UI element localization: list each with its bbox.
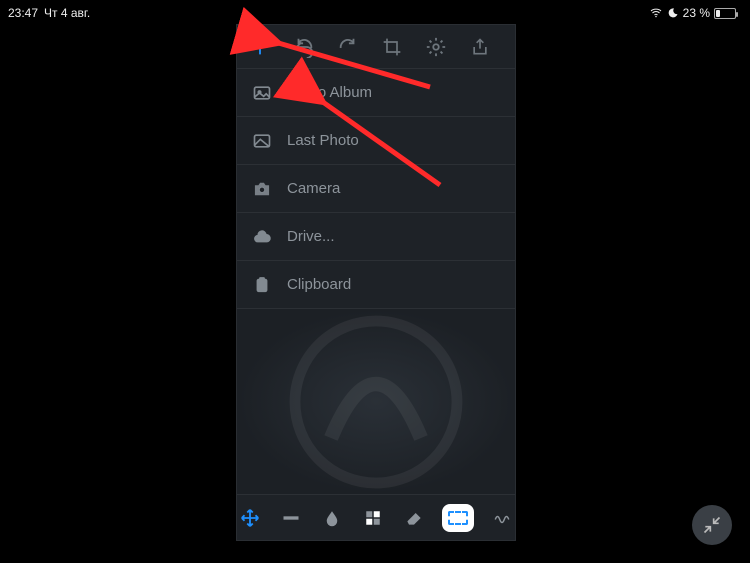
add-button[interactable] [247,34,273,60]
menu-item-label: Camera [287,180,340,197]
crop-button[interactable] [379,34,405,60]
pixelate-tool[interactable] [360,504,385,532]
scribble-tool[interactable] [490,504,515,532]
menu-item-label: Last Photo [287,132,359,149]
cloud-icon [251,226,273,248]
redo-button[interactable] [335,34,361,60]
photo-album-icon [251,82,273,104]
menu-item-label: Drive... [287,228,335,245]
canvas-area[interactable] [237,309,515,494]
battery-percent: 23 % [683,6,710,20]
minimize-fab[interactable] [692,505,732,545]
select-tool[interactable] [442,504,474,532]
app-watermark-icon [286,312,466,492]
move-tool[interactable] [237,504,262,532]
blur-tool[interactable] [319,504,344,532]
menu-item-label: Clipboard [287,276,351,293]
status-time: 23:47 [8,6,38,20]
menu-item-drive[interactable]: Drive... [237,213,515,261]
selection-rect-icon [448,511,468,525]
editor-panel: Photo Album Last Photo Camera Drive... C… [236,24,516,541]
share-button[interactable] [467,34,493,60]
do-not-disturb-icon [667,7,679,19]
line-tool[interactable] [278,504,303,532]
camera-icon [251,178,273,200]
top-toolbar [237,25,515,69]
image-icon [251,130,273,152]
status-date: Чт 4 авг. [44,6,90,20]
status-bar: 23:47 Чт 4 авг. 23 % [0,4,744,22]
bottom-toolbar [237,494,515,540]
battery-icon [714,8,736,19]
menu-item-last-photo[interactable]: Last Photo [237,117,515,165]
menu-item-photo-album[interactable]: Photo Album [237,69,515,117]
import-menu: Photo Album Last Photo Camera Drive... C… [237,69,515,309]
settings-button[interactable] [423,34,449,60]
undo-button[interactable] [291,34,317,60]
menu-item-label: Photo Album [287,84,372,101]
clipboard-icon [251,274,273,296]
wifi-icon [649,7,663,19]
menu-item-clipboard[interactable]: Clipboard [237,261,515,309]
eraser-tool[interactable] [401,504,426,532]
menu-item-camera[interactable]: Camera [237,165,515,213]
